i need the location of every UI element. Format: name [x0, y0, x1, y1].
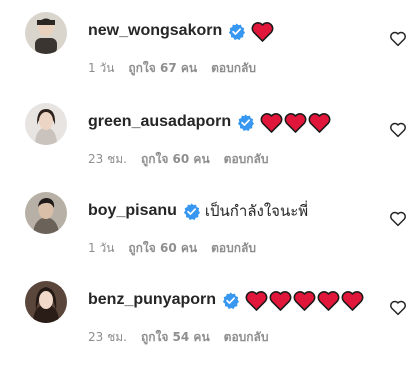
- avatar[interactable]: [25, 12, 67, 54]
- verified-badge-icon: [228, 22, 246, 40]
- comment-line: green_ausadaporn: [88, 109, 331, 135]
- heart-outline-icon[interactable]: [389, 210, 407, 228]
- like-count-link[interactable]: ถูกใจ 54 คน: [141, 328, 210, 347]
- avatar[interactable]: [25, 192, 67, 234]
- like-count-link[interactable]: ถูกใจ 60 คน: [128, 239, 197, 258]
- username[interactable]: green_ausadaporn: [88, 113, 231, 131]
- username[interactable]: new_wongsakorn: [88, 22, 222, 40]
- reply-button[interactable]: ตอบกลับ: [211, 59, 256, 78]
- comment-item: boy_pisanu เป็นกำลังใจนะพี่ 1 วัน ถูกใจ …: [0, 192, 418, 282]
- comment-meta: 1 วัน ถูกใจ 60 คน ตอบกลับ: [88, 239, 256, 258]
- heart-outline-icon[interactable]: [389, 30, 407, 48]
- heart-outline-icon[interactable]: [389, 121, 407, 139]
- reply-button[interactable]: ตอบกลับ: [224, 150, 269, 169]
- like-count-link[interactable]: ถูกใจ 60 คน: [141, 150, 210, 169]
- verified-badge-icon: [183, 202, 200, 220]
- avatar[interactable]: [25, 103, 67, 145]
- verified-badge-icon: [222, 291, 240, 309]
- comment-time[interactable]: 23 ชม.: [88, 328, 127, 347]
- like-count-link[interactable]: ถูกใจ 67 คน: [128, 59, 197, 78]
- comment-item: benz_punyaporn 23 ชม. ถูกใจ 54 คน ตอบกลั…: [0, 281, 418, 371]
- red-heart-emoji-icon: [293, 290, 316, 311]
- red-heart-emoji-icon: [317, 290, 340, 311]
- heart-emoji-group: [245, 290, 364, 311]
- comment-meta: 1 วัน ถูกใจ 67 คน ตอบกลับ: [88, 59, 256, 78]
- red-heart-emoji-icon: [308, 112, 331, 133]
- comment-line: benz_punyaporn: [88, 287, 364, 313]
- comment-item: new_wongsakorn 1 วัน ถูกใจ 67 คน ตอบกลับ: [0, 12, 418, 102]
- comment-meta: 23 ชม. ถูกใจ 54 คน ตอบกลับ: [88, 328, 269, 347]
- avatar[interactable]: [25, 281, 67, 323]
- comment-time[interactable]: 23 ชม.: [88, 150, 127, 169]
- username[interactable]: boy_pisanu: [88, 202, 177, 220]
- comment-meta: 23 ชม. ถูกใจ 60 คน ตอบกลับ: [88, 150, 269, 169]
- reply-button[interactable]: ตอบกลับ: [224, 328, 269, 347]
- red-heart-emoji-icon: [269, 290, 292, 311]
- comment-line: new_wongsakorn: [88, 18, 274, 44]
- comment-text: เป็นกำลังใจนะพี่: [204, 202, 309, 220]
- heart-outline-icon[interactable]: [389, 299, 407, 317]
- verified-badge-icon: [237, 113, 255, 131]
- heart-emoji-group: [260, 112, 331, 133]
- red-heart-emoji-icon: [251, 21, 274, 42]
- comment-list: new_wongsakorn 1 วัน ถูกใจ 67 คน ตอบกลับ: [0, 0, 418, 363]
- red-heart-emoji-icon: [260, 112, 283, 133]
- red-heart-emoji-icon: [284, 112, 307, 133]
- comment-item: green_ausadaporn 23 ชม. ถูกใจ 60 คน ตอบก…: [0, 103, 418, 193]
- comment-time[interactable]: 1 วัน: [88, 59, 114, 78]
- heart-emoji-group: [251, 21, 274, 42]
- comment-time[interactable]: 1 วัน: [88, 239, 114, 258]
- reply-button[interactable]: ตอบกลับ: [211, 239, 256, 258]
- red-heart-emoji-icon: [341, 290, 364, 311]
- red-heart-emoji-icon: [245, 290, 268, 311]
- username[interactable]: benz_punyaporn: [88, 291, 216, 309]
- comment-line: boy_pisanu เป็นกำลังใจนะพี่: [88, 198, 308, 224]
